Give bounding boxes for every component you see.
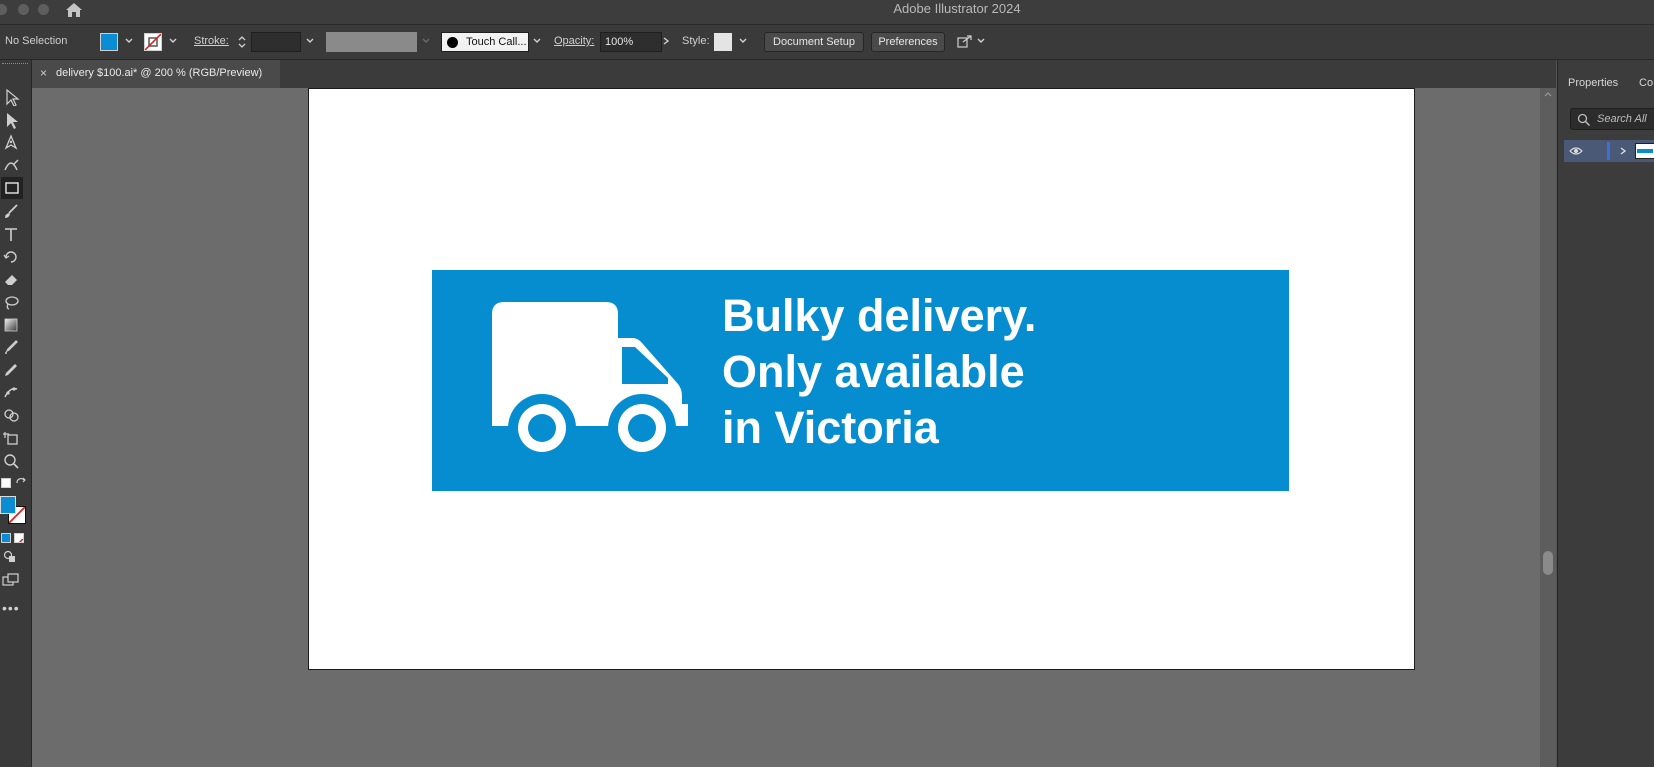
stroke-label[interactable]: Stroke: <box>194 35 229 47</box>
preferences-button[interactable]: Preferences <box>871 32 945 52</box>
rotate-tool-icon[interactable] <box>0 245 22 267</box>
delivery-truck-icon[interactable] <box>492 300 692 462</box>
chevron-right-icon[interactable] <box>661 36 671 46</box>
graphic-style-swatch[interactable] <box>714 33 732 51</box>
banner-text[interactable]: Bulky delivery. Only available in Victor… <box>722 288 1036 456</box>
layers-search-input[interactable]: Search All <box>1570 108 1654 130</box>
layer-thumbnail <box>1635 143 1654 159</box>
drawing-modes-icon[interactable] <box>3 550 17 564</box>
chevron-down-icon[interactable] <box>168 36 178 46</box>
gradient-tool-icon[interactable] <box>0 314 22 336</box>
opacity-field[interactable]: 100% <box>600 32 662 52</box>
zoom-tool-icon[interactable] <box>0 450 22 472</box>
artboard-tool-icon[interactable] <box>0 427 22 449</box>
chevron-down-icon[interactable] <box>305 36 315 46</box>
vertical-scrollbar[interactable] <box>1540 88 1556 767</box>
tools-panel: ••• <box>0 60 32 767</box>
type-tool-icon[interactable] <box>0 223 22 245</box>
fill-color-box[interactable] <box>0 496 16 514</box>
variable-width-profile[interactable] <box>326 32 417 52</box>
chevron-right-icon[interactable] <box>1618 146 1628 156</box>
title-bar: Adobe Illustrator 2024 <box>0 0 1654 25</box>
shape-builder-tool-icon[interactable] <box>0 404 22 426</box>
document-tab-title: delivery $100.ai* @ 200 % (RGB/Preview) <box>56 67 263 79</box>
visibility-eye-icon[interactable] <box>1569 145 1583 157</box>
pen-tool-icon[interactable] <box>0 131 22 153</box>
panel-tabs: Properties Co <box>1558 72 1654 96</box>
default-colors-icon[interactable] <box>1 478 11 488</box>
selection-status: No Selection <box>5 35 68 47</box>
right-panel: Properties Co Search All <box>1557 60 1654 767</box>
tab-properties[interactable]: Properties <box>1568 77 1618 89</box>
arrange-documents-icon[interactable] <box>955 33 973 51</box>
app-title: Adobe Illustrator 2024 <box>893 1 1021 16</box>
opacity-label[interactable]: Opacity: <box>554 35 594 47</box>
chevron-down-icon <box>422 38 430 43</box>
more-tools-icon[interactable]: ••• <box>2 600 20 616</box>
color-mode-icon[interactable] <box>1 533 11 543</box>
brush-definition-dropdown[interactable]: Touch Call... <box>441 32 529 52</box>
screen-mode-icon[interactable] <box>2 573 20 587</box>
search-placeholder: Search All <box>1597 113 1647 125</box>
brush-dot-icon <box>447 37 458 48</box>
banner-line: Only available <box>722 346 1025 397</box>
scroll-thumb[interactable] <box>1543 551 1553 575</box>
curvature-tool-icon[interactable] <box>0 154 22 176</box>
eyedropper-tool-icon[interactable] <box>0 336 22 358</box>
layer-color-bar <box>1607 142 1610 160</box>
toolbar-grip[interactable] <box>2 63 28 66</box>
stroke-stepper-icon[interactable] <box>236 33 248 51</box>
document-setup-button[interactable]: Document Setup <box>764 32 864 52</box>
control-bar: No Selection Stroke: Touch Call... Opaci… <box>0 25 1654 60</box>
style-label: Style: <box>682 35 710 47</box>
stroke-weight-field[interactable] <box>251 32 301 52</box>
rectangle-tool-icon[interactable] <box>1 177 23 199</box>
selection-tool-icon[interactable] <box>0 86 22 108</box>
tab-comments[interactable]: Co <box>1639 77 1653 89</box>
direct-selection-tool-icon[interactable] <box>0 109 22 131</box>
puppet-warp-tool-icon[interactable] <box>0 381 22 403</box>
scroll-up-icon[interactable] <box>1543 90 1553 98</box>
layer-row[interactable] <box>1564 140 1654 162</box>
brush-name: Touch Call... <box>466 36 527 48</box>
chevron-down-icon[interactable] <box>532 36 542 46</box>
chevron-down-icon[interactable] <box>976 36 986 46</box>
eraser-tool-icon[interactable] <box>0 268 22 290</box>
stroke-swatch[interactable] <box>144 33 162 51</box>
document-tab-bar: × delivery $100.ai* @ 200 % (RGB/Preview… <box>32 60 1556 88</box>
banner-line: in Victoria <box>722 402 939 453</box>
banner-line: Bulky delivery. <box>722 290 1037 341</box>
eyedropper-alt-tool-icon[interactable] <box>0 359 22 381</box>
chevron-down-icon[interactable] <box>738 36 748 46</box>
fill-swatch[interactable] <box>100 33 118 51</box>
none-mode-icon[interactable] <box>14 533 24 543</box>
search-icon <box>1577 113 1591 127</box>
close-tab-icon[interactable]: × <box>40 66 47 80</box>
tab-document[interactable]: × delivery $100.ai* @ 200 % (RGB/Preview… <box>32 60 280 88</box>
swap-colors-icon[interactable] <box>15 477 27 489</box>
paintbrush-tool-icon[interactable] <box>0 200 22 222</box>
lasso-tool-icon[interactable] <box>0 291 22 313</box>
chevron-down-icon[interactable] <box>124 36 134 46</box>
